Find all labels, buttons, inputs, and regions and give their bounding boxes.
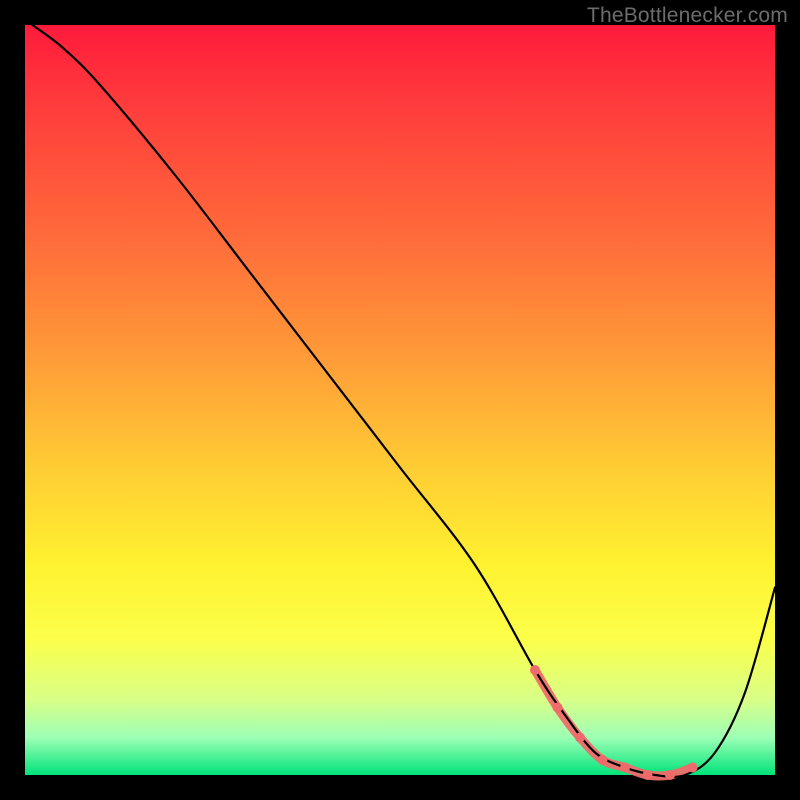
- bottleneck-chart-svg: [25, 25, 775, 775]
- marker-optimal-range: [535, 670, 693, 776]
- chart-frame: TheBottlenecker.com: [0, 0, 800, 800]
- bottleneck-curve: [33, 25, 776, 777]
- plot-area: [25, 25, 775, 775]
